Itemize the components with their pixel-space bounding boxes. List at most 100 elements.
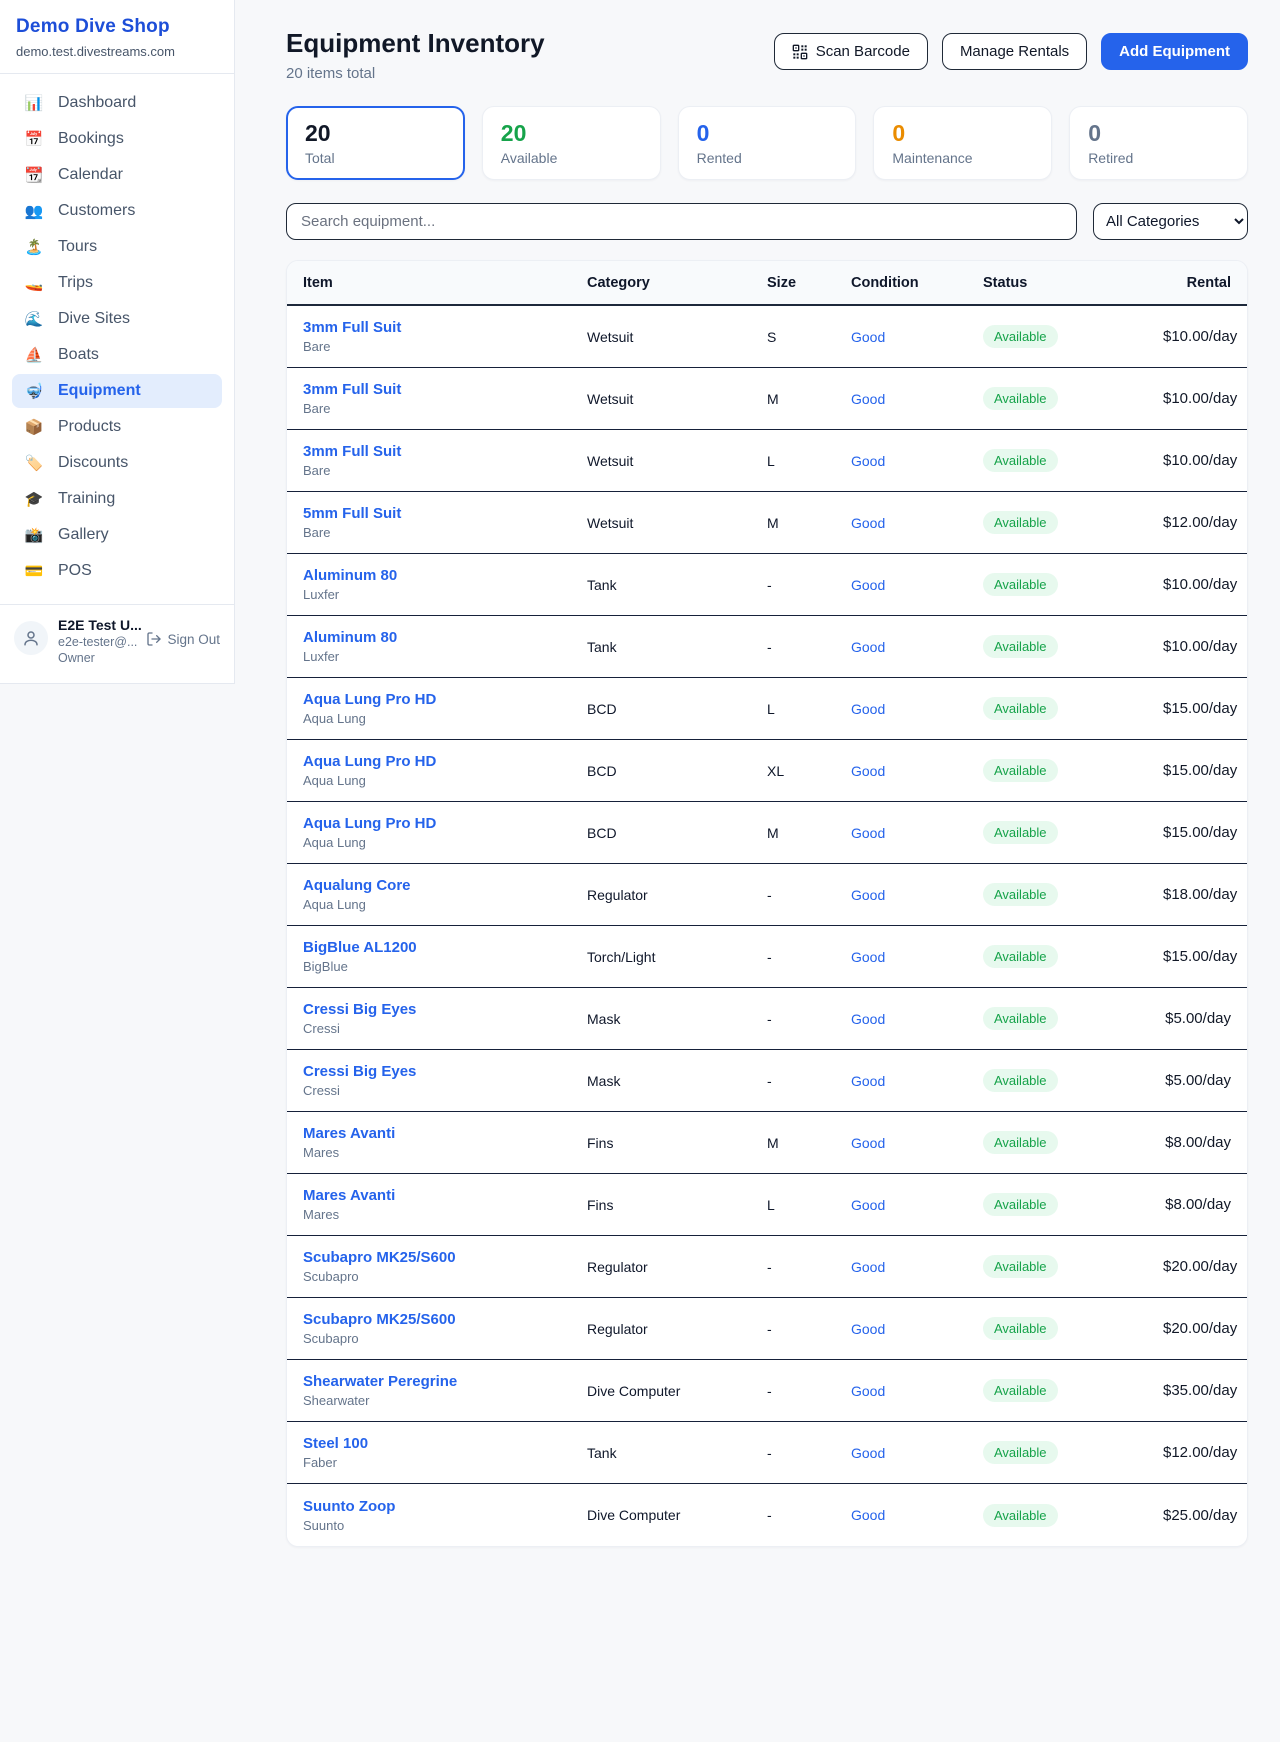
status-cell: Available	[983, 635, 1163, 658]
item-cell: Aluminum 80Luxfer	[303, 567, 587, 602]
condition-link[interactable]: Good	[851, 1259, 885, 1275]
item-link[interactable]: Aluminum 80	[303, 629, 397, 646]
sidebar-item-pos[interactable]: 💳POS	[12, 554, 222, 588]
item-link[interactable]: Shearwater Peregrine	[303, 1373, 457, 1390]
item-link[interactable]: Aqualung Core	[303, 877, 411, 894]
condition-link[interactable]: Good	[851, 329, 885, 345]
condition-link[interactable]: Good	[851, 701, 885, 717]
category-select[interactable]: All Categories	[1093, 203, 1248, 240]
status-cell: Available	[983, 573, 1163, 596]
condition-link[interactable]: Good	[851, 825, 885, 841]
sign-out-button[interactable]: Sign Out	[146, 631, 220, 647]
status-badge: Available	[983, 697, 1058, 720]
sidebar: Demo Dive Shop demo.test.divestreams.com…	[0, 0, 235, 684]
sidebar-item-gallery[interactable]: 📸Gallery	[12, 518, 222, 552]
condition-link[interactable]: Good	[851, 1197, 885, 1213]
item-cell: Steel 100 Faber	[303, 1435, 587, 1470]
condition-link[interactable]: Good	[851, 639, 885, 655]
condition-cell: Good	[851, 639, 983, 655]
item-link[interactable]: Aqua Lung Pro HD	[303, 691, 436, 708]
condition-link[interactable]: Good	[851, 1445, 885, 1461]
condition-link[interactable]: Good	[851, 1383, 885, 1399]
stat-value: 0	[892, 120, 1033, 147]
user-email: e2e-tester@...	[58, 635, 136, 649]
item-link[interactable]: 3mm Full Suit	[303, 443, 401, 460]
condition-link[interactable]: Good	[851, 1011, 885, 1027]
table-row: Aqualung CoreAqua LungRegulator-GoodAvai…	[287, 864, 1247, 926]
stat-card-total[interactable]: 20Total	[286, 106, 465, 180]
sidebar-item-tours[interactable]: 🏝️Tours	[12, 230, 222, 264]
status-badge: Available	[983, 1193, 1058, 1216]
item-link[interactable]: 5mm Full Suit	[303, 505, 401, 522]
condition-link[interactable]: Good	[851, 577, 885, 593]
scan-barcode-button[interactable]: Scan Barcode	[774, 33, 928, 70]
category-cell: Wetsuit	[587, 391, 767, 407]
rental-cell: $5.00/day	[1163, 1072, 1231, 1089]
size-cell: L	[767, 1197, 851, 1213]
item-link[interactable]: Suunto Zoop	[303, 1498, 395, 1515]
item-link[interactable]: 3mm Full Suit	[303, 381, 401, 398]
condition-cell: Good	[851, 1073, 983, 1089]
sidebar-item-calendar[interactable]: 📆Calendar	[12, 158, 222, 192]
stat-value: 20	[305, 120, 446, 147]
item-link[interactable]: Mares Avanti	[303, 1187, 395, 1204]
table-row: 5mm Full SuitBareWetsuitMGoodAvailable$1…	[287, 492, 1247, 554]
condition-link[interactable]: Good	[851, 1135, 885, 1151]
item-link[interactable]: Cressi Big Eyes	[303, 1001, 416, 1018]
item-link[interactable]: Aqua Lung Pro HD	[303, 753, 436, 770]
size-cell: S	[767, 329, 851, 345]
stat-card-retired[interactable]: 0Retired	[1069, 106, 1248, 180]
table-row: Cressi Big EyesCressiMask-GoodAvailable$…	[287, 1050, 1247, 1112]
condition-link[interactable]: Good	[851, 763, 885, 779]
item-link[interactable]: Scubapro MK25/S600	[303, 1311, 456, 1328]
condition-link[interactable]: Good	[851, 887, 885, 903]
item-cell: Mares AvantiMares	[303, 1125, 587, 1160]
condition-link[interactable]: Good	[851, 1321, 885, 1337]
item-link[interactable]: BigBlue AL1200	[303, 939, 417, 956]
item-link[interactable]: Mares Avanti	[303, 1125, 395, 1142]
manage-rentals-button[interactable]: Manage Rentals	[942, 33, 1087, 70]
status-badge: Available	[983, 1255, 1058, 1278]
table-row: Scubapro MK25/S600ScubaproRegulator-Good…	[287, 1298, 1247, 1360]
sidebar-item-boats[interactable]: ⛵Boats	[12, 338, 222, 372]
sidebar-item-equipment[interactable]: 🤿Equipment	[12, 374, 222, 408]
condition-link[interactable]: Good	[851, 391, 885, 407]
sidebar-item-discounts[interactable]: 🏷️Discounts	[12, 446, 222, 480]
brand-title[interactable]: Demo Dive Shop	[16, 16, 218, 38]
sidebar-item-training[interactable]: 🎓Training	[12, 482, 222, 516]
sidebar-item-dashboard[interactable]: 📊Dashboard	[12, 86, 222, 120]
category-cell: Mask	[587, 1011, 767, 1027]
item-link[interactable]: 3mm Full Suit	[303, 319, 401, 336]
sidebar-item-products[interactable]: 📦Products	[12, 410, 222, 444]
sidebar-item-customers[interactable]: 👥Customers	[12, 194, 222, 228]
condition-link[interactable]: Good	[851, 453, 885, 469]
item-link[interactable]: Cressi Big Eyes	[303, 1063, 416, 1080]
status-badge: Available	[983, 945, 1058, 968]
item-brand: Cressi	[303, 1083, 587, 1098]
item-brand: Scubapro	[303, 1331, 587, 1346]
column-header-size: Size	[767, 275, 851, 291]
item-link[interactable]: Aqua Lung Pro HD	[303, 815, 436, 832]
condition-link[interactable]: Good	[851, 1507, 885, 1523]
sidebar-item-bookings[interactable]: 📅Bookings	[12, 122, 222, 156]
stat-card-available[interactable]: 20Available	[482, 106, 661, 180]
add-equipment-button[interactable]: Add Equipment	[1101, 33, 1248, 70]
condition-link[interactable]: Good	[851, 1073, 885, 1089]
item-cell: Scubapro MK25/S600 Scubapro	[303, 1311, 587, 1346]
category-cell: Dive Computer	[587, 1383, 767, 1399]
item-link[interactable]: Steel 100	[303, 1435, 368, 1452]
sidebar-item-trips[interactable]: 🚤Trips	[12, 266, 222, 300]
search-input[interactable]	[286, 203, 1077, 240]
training-icon: 🎓	[24, 490, 44, 508]
stat-card-maintenance[interactable]: 0Maintenance	[873, 106, 1052, 180]
item-cell: Cressi Big EyesCressi	[303, 1001, 587, 1036]
item-link[interactable]: Aluminum 80	[303, 567, 397, 584]
condition-link[interactable]: Good	[851, 949, 885, 965]
rental-cell: $20.00/day	[1163, 1258, 1237, 1275]
condition-link[interactable]: Good	[851, 515, 885, 531]
rental-cell: $15.00/day	[1163, 700, 1237, 717]
item-link[interactable]: Scubapro MK25/S600	[303, 1249, 456, 1266]
item-brand: Faber	[303, 1455, 587, 1470]
stat-card-rented[interactable]: 0Rented	[678, 106, 857, 180]
sidebar-item-dive-sites[interactable]: 🌊Dive Sites	[12, 302, 222, 336]
